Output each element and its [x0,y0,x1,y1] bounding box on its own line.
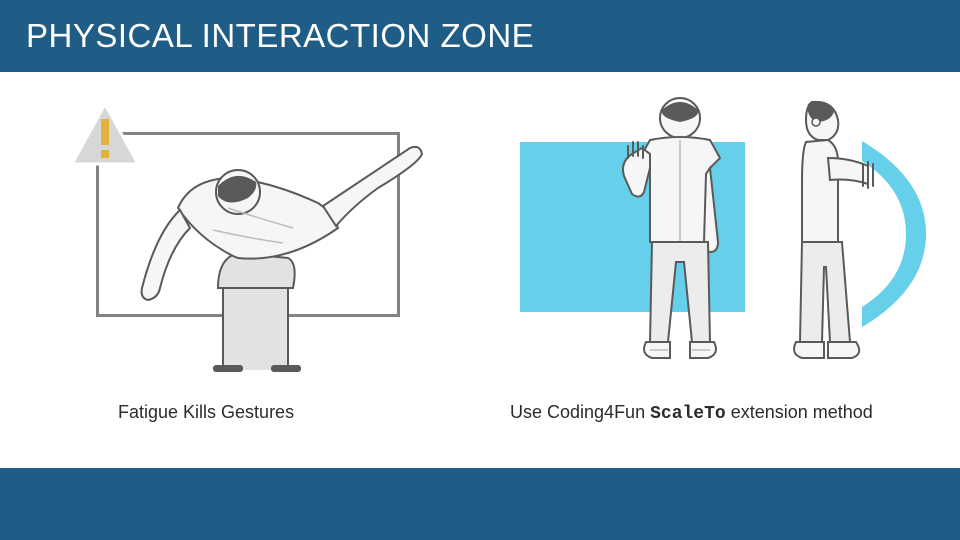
caption-scaleto: Use Coding4Fun ScaleTo extension method [510,402,873,424]
panel-interaction-zone [510,94,920,359]
slide-footer [0,468,960,540]
caption-scaleto-post: extension method [726,402,873,422]
caption-scaleto-code: ScaleTo [650,404,726,424]
caption-fatigue: Fatigue Kills Gestures [118,402,294,423]
stretching-person-illustration [128,138,428,373]
page-title: PHYSICAL INTERACTION ZONE [26,17,534,55]
panel-fatigue [70,102,400,337]
slide-body: Fatigue Kills Gestures [0,72,960,468]
person-side-illustration [772,92,892,367]
caption-scaleto-pre: Use Coding4Fun [510,402,650,422]
slide-header: PHYSICAL INTERACTION ZONE [0,0,960,72]
person-front-illustration [610,92,750,367]
